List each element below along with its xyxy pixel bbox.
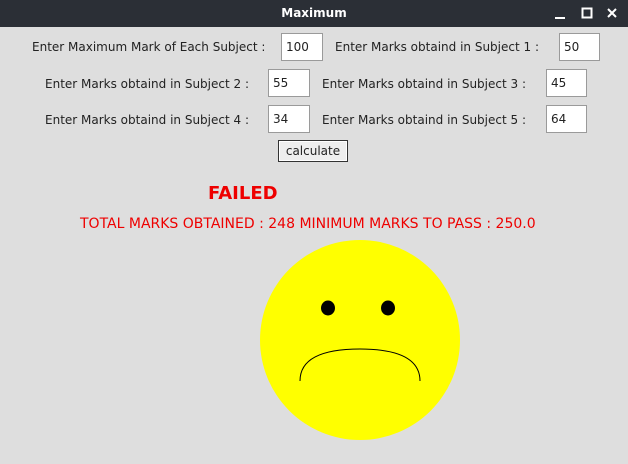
minimize-icon [555, 17, 565, 19]
sad-face-icon [260, 240, 460, 440]
close-icon [607, 8, 617, 18]
maximize-icon [581, 7, 593, 19]
window-title: Maximum [281, 6, 347, 20]
title-bar: Maximum [0, 0, 628, 27]
minimize-button[interactable] [550, 3, 570, 23]
face-circle [260, 240, 460, 440]
right-eye [381, 300, 395, 316]
left-eye [321, 300, 335, 316]
main-panel: Enter Maximum Mark of Each Subject : 100… [0, 27, 628, 464]
close-button[interactable] [602, 3, 622, 23]
maximize-button[interactable] [577, 3, 597, 23]
